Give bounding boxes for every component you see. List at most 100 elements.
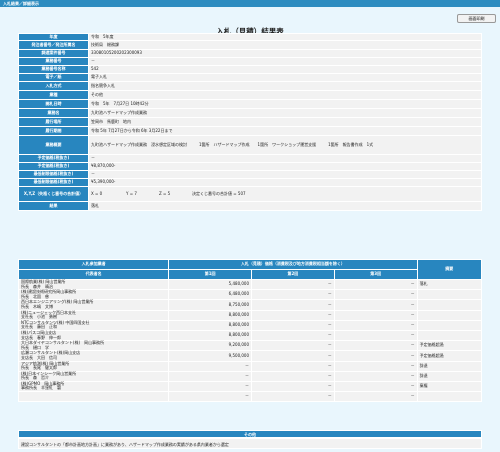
bid-amount-r1: 9,500,000 — [168, 350, 253, 362]
info-row: 電子／紙 電子入札 — [18, 73, 482, 82]
table-row: (株)日本インシーク岡山営業所 所長 森 哲介－－－辞退 — [17, 370, 483, 382]
table-row: 大日本ダイヤコンサルタント(株) 岡山事務所 所長 樋口 学 9,200,000 －－… — [17, 340, 483, 352]
info-row: 最低制限価格(税抜き) ¥5,390,000- — [18, 178, 482, 187]
bid-amount-r3: － — [333, 360, 418, 372]
col-round1: 第1回 — [168, 269, 253, 280]
info-label: 開札日時 — [18, 99, 89, 109]
info-label: 予定価格(税抜き) — [18, 162, 89, 171]
col-round2: 第2回 — [251, 269, 335, 280]
bid-amount-r3: － — [333, 329, 418, 342]
info-label: 業務番号 — [18, 57, 89, 66]
info-label: 予定価格(税抜き) — [18, 154, 89, 163]
result-row: 結果 落札 — [18, 201, 482, 211]
bid-amount-r2: － — [251, 370, 335, 382]
y-value: Y = 7 — [126, 190, 137, 196]
info-row: 入札方式 指名競争入札 — [18, 81, 482, 91]
bid-remarks — [416, 319, 483, 331]
bid-amount-r3: － — [333, 391, 418, 403]
info-label: 電子／紙 — [18, 73, 89, 82]
xyz-values: X = 0 Y = 7 Z = 5 決定くじ番号の合計値 = 507 — [88, 186, 482, 202]
info-label: 業種 — [18, 90, 89, 100]
table-row: 国際航業(株) 岡山営業所 所長 森井 晴治 5,480,000 －－落札 — [17, 278, 483, 291]
info-row: 業務番号名称 542 — [18, 65, 482, 74]
table-row: NTCコンサルタンツ(株) 中国四国支社 支社長 藤田 正和 8,800,000 －－ — [17, 319, 483, 331]
result-value: 落札 — [88, 201, 482, 211]
info-value: 33080105200202300093 — [88, 49, 482, 58]
bid-results-table: 入札参加業者 入札（見積）価格（消費税及び地方消費税相当額を除く） 摘要 代表者… — [17, 259, 483, 403]
info-value: ¥5,390,000- — [88, 178, 482, 187]
table-row: 西日本エンジニアリング(株) 岡山営業所 所長 木嶋 文博 8,750,000 －－ — [17, 299, 483, 311]
bid-remarks: 予定価格超過 — [416, 350, 483, 362]
info-label: 入札方式 — [18, 81, 89, 91]
print-button[interactable]: 画面印刷 — [457, 14, 496, 23]
info-label: 業務名 — [18, 108, 89, 118]
bidder-cell: NTCコンサルタンツ(株) 中国四国支社 支社長 藤田 正和 — [17, 319, 170, 331]
bid-amount-r1: － — [168, 360, 253, 372]
info-row: 履行期間 令和 5年 7月27日から令和 6年 3月22日まで — [18, 126, 482, 136]
info-value: － — [88, 57, 482, 66]
bidder-cell: (株)ニュージェック西日本支社 支社長 小池 勇樹 — [17, 309, 170, 321]
bid-amount-r3: － — [333, 319, 418, 331]
info-value: その他 — [88, 90, 482, 100]
bidder-representative: 所長 長尾 健太郎 — [21, 365, 57, 371]
bidder-representative: 事務所長 羊窪紅 磐 — [21, 385, 61, 391]
bid-remarks: 予定価格超過 — [416, 340, 483, 352]
window-title: 入札結果／詳細表示 — [3, 1, 39, 6]
info-row: 最低制限価格(税抜き) － — [18, 170, 482, 179]
info-row: 業務概要 九町池ハザードマップ作成業務 浸水想定区域の検討 1箇所 ハザードマップ… — [18, 135, 482, 155]
bid-amount-r2: － — [251, 350, 335, 362]
bid-remarks: 落札 — [416, 278, 483, 291]
bid-amount-r3: － — [333, 350, 418, 362]
bidder-representative: 所長 木嶋 文博 — [21, 303, 53, 309]
bid-amount-r1: 5,480,000 — [168, 278, 253, 291]
info-value: 九町池ハザードマップ作成業務 浸水想定区域の検討 1箇所 ハザードマップ作成 1… — [88, 135, 482, 155]
info-label: 業務概要 — [18, 135, 89, 155]
info-row: 調達案件番号 33080105200202300093 — [18, 49, 482, 58]
col-round3: 第3回 — [333, 269, 418, 280]
info-row: 履行場所 笠岡市 馬鹿町 地内 — [18, 117, 482, 127]
bid-amount-r1: － — [168, 391, 253, 403]
bid-amount-r2: － — [251, 329, 335, 342]
info-row: 予定価格(税抜き) － — [18, 154, 482, 163]
bid-amount-r1: 8,800,000 — [168, 329, 253, 342]
col-remarks: 摘要 — [416, 259, 483, 280]
bid-amount-r3: － — [333, 309, 418, 321]
bid-amount-r1: 8,800,000 — [168, 319, 253, 331]
info-label: 履行期間 — [18, 126, 89, 136]
bid-amount-r1: － — [168, 370, 253, 382]
info-row: 開札日時 令和 5年 7月27日 10時42分 — [18, 99, 482, 109]
info-label: 履行場所 — [18, 117, 89, 127]
info-value: 笠岡市 馬鹿町 地内 — [88, 117, 482, 127]
bid-amount-r2: － — [251, 360, 335, 372]
table-row: (株)GPMO 岡山事務所 事務所長 羊窪紅 磐－－－棄権 — [17, 380, 483, 393]
x-value: X = 0 — [91, 190, 103, 196]
info-row: 予定価格(税抜き) ¥8,870,000- — [18, 162, 482, 171]
info-row: 発注者番号／発注所属名 技術局 総務課 — [18, 40, 482, 50]
table-row: アジア航測(株) 岡山営業所 所長 長尾 健太郎－－－辞退 — [17, 360, 483, 372]
info-value: 令和 5年 7月27日から令和 6年 3月22日まで — [88, 126, 482, 136]
bid-amount-r1: 6,480,000 — [168, 289, 253, 301]
bidder-representative: 支店長 大田 信司 — [21, 354, 57, 360]
table-row: 広瀬コンサルタント(株)岡山支店 支店長 大田 信司 9,500,000 －－予定価格… — [17, 350, 483, 362]
bid-amount-r2: － — [251, 289, 335, 301]
bid-remarks — [416, 299, 483, 311]
lottery-total: 決定くじ番号の合計値 = 507 — [192, 190, 246, 196]
info-value: 九町池ハザードマップ作成業務 — [88, 108, 482, 118]
bid-amount-r3: － — [333, 340, 418, 352]
info-label: 最低制限価格(税抜き) — [18, 178, 89, 187]
info-row: 業務番号－ — [18, 57, 482, 66]
info-value: 令和 5年 7月27日 10時42分 — [88, 99, 482, 109]
bid-remarks: 棄権 — [416, 380, 483, 393]
info-label: 最低制限価格(税抜き) — [18, 170, 89, 179]
bid-amount-r2: － — [251, 340, 335, 352]
bidder-cell: (株)GPMO 岡山事務所 事務所長 羊窪紅 磐 — [17, 380, 170, 393]
bid-remarks — [416, 309, 483, 321]
bidder-cell — [17, 391, 170, 403]
bid-amount-r3: － — [333, 278, 418, 291]
info-label: 業務番号名称 — [18, 65, 89, 74]
info-value: － — [88, 154, 482, 163]
bid-amount-r2: － — [251, 391, 335, 403]
info-value: ¥8,870,000- — [88, 162, 482, 171]
info-value: 542 — [88, 65, 482, 74]
col-amount: 入札（見積）価格（消費税及び地方消費税相当額を除く） — [168, 259, 418, 270]
